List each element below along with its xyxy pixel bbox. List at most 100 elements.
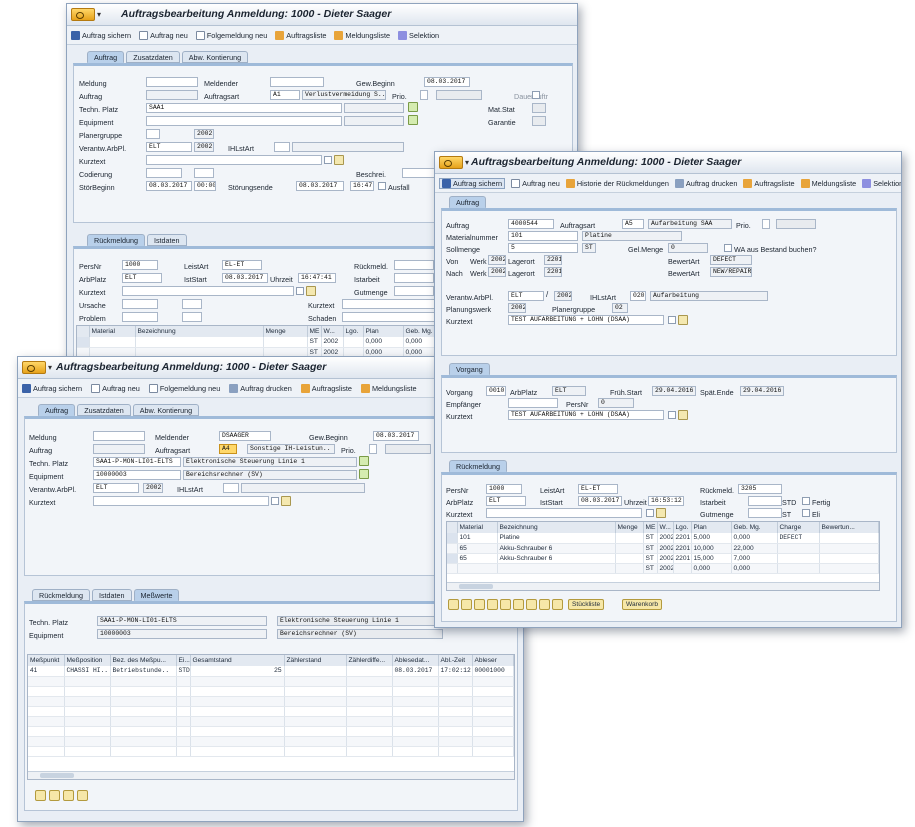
wa-bestand-checkbox[interactable]: [724, 244, 732, 252]
longtext-checkbox[interactable]: [646, 509, 654, 517]
column-header[interactable]: Menge: [263, 326, 308, 337]
tab-abw-kontierung[interactable]: Abw. Kontierung: [181, 51, 249, 63]
table-row[interactable]: ST 2002 0,000 0,000: [77, 337, 475, 348]
persnr-field[interactable]: 1000: [122, 260, 158, 270]
tab-abw-kontierung[interactable]: Abw. Kontierung: [132, 404, 200, 416]
column-header[interactable]: Lgo.: [673, 522, 692, 533]
insert-row-icon[interactable]: [49, 790, 60, 801]
longtext-checkbox[interactable]: [324, 156, 332, 164]
table-row[interactable]: [28, 696, 514, 707]
longtext-checkbox[interactable]: [271, 497, 279, 505]
filter-icon[interactable]: [474, 599, 485, 610]
table-row[interactable]: 65 Akku-Schrauber 6 ST 2002 2201 10,000 …: [447, 543, 879, 554]
column-header[interactable]: Menge: [615, 522, 644, 533]
verantw-field[interactable]: ELT: [146, 142, 192, 152]
column-header[interactable]: Material: [89, 326, 136, 337]
insert-row-icon[interactable]: [461, 599, 472, 610]
tab-rueckmeldung[interactable]: Rückmeldung: [32, 589, 90, 601]
gutmenge-field[interactable]: [748, 508, 782, 518]
delete-row-icon[interactable]: [63, 790, 74, 801]
longtext-icon[interactable]: [678, 315, 688, 325]
kurztext-field[interactable]: [122, 286, 294, 296]
table-row[interactable]: [28, 746, 514, 757]
column-header[interactable]: Meßposition: [64, 655, 111, 666]
column-header[interactable]: ME: [643, 522, 658, 533]
prio-field[interactable]: [762, 219, 770, 229]
column-header[interactable]: Plan: [363, 326, 404, 337]
table-row[interactable]: ST 2002 0,000 0,000: [447, 563, 879, 574]
stueckliste-button[interactable]: Stückliste: [568, 599, 605, 610]
tab-istdaten[interactable]: Istdaten: [91, 589, 132, 601]
menu-icon[interactable]: [71, 8, 95, 21]
codierung-field-2[interactable]: [194, 168, 214, 178]
print-order-button[interactable]: Auftrag drucken: [674, 178, 737, 188]
notification-list-button[interactable]: Meldungsliste: [360, 383, 417, 393]
stoerbeginn-time[interactable]: 00:00: [194, 181, 216, 191]
stoerungsende-date[interactable]: 08.03.2017: [296, 181, 344, 191]
meldender-field[interactable]: [270, 77, 324, 87]
uhrzeit-field[interactable]: 16:53:12: [648, 496, 684, 506]
longtext-icon[interactable]: [656, 508, 666, 518]
longtext-icon[interactable]: [334, 155, 344, 165]
column-header[interactable]: Material: [457, 522, 498, 533]
ausfall-checkbox[interactable]: [378, 182, 386, 190]
kurztext-field[interactable]: [146, 155, 322, 165]
column-header[interactable]: ME: [307, 326, 322, 337]
fertig-checkbox[interactable]: [802, 497, 810, 505]
column-header[interactable]: W...: [321, 326, 344, 337]
menu-icon[interactable]: [439, 156, 463, 169]
longtext-checkbox[interactable]: [668, 411, 676, 419]
selection-button[interactable]: Selektion: [862, 178, 901, 188]
paste-icon[interactable]: [539, 599, 550, 610]
longtext-checkbox[interactable]: [668, 316, 676, 324]
kurztext2-field[interactable]: [342, 299, 436, 309]
arbplatz-field[interactable]: ELT: [486, 496, 526, 506]
order-list-button[interactable]: Auftragsliste: [743, 178, 795, 188]
notification-list-button[interactable]: Meldungsliste: [334, 30, 390, 40]
table-row[interactable]: [28, 686, 514, 697]
tab-auftrag[interactable]: Auftrag: [38, 404, 76, 416]
eli-checkbox[interactable]: [802, 509, 810, 517]
warenkorb-button[interactable]: Warenkorb: [622, 599, 663, 610]
uhrzeit-field[interactable]: 16:47:41: [298, 273, 336, 283]
horizontal-scrollbar[interactable]: [447, 582, 879, 590]
column-header[interactable]: W...: [657, 522, 674, 533]
ursache-field[interactable]: [122, 299, 158, 309]
beschrei-field[interactable]: [402, 168, 436, 178]
column-header[interactable]: Bezeichnung: [135, 326, 264, 337]
scrollbar-thumb[interactable]: [40, 773, 74, 778]
print-order-button[interactable]: Auftrag drucken: [229, 383, 292, 393]
meldung-field[interactable]: [93, 431, 145, 441]
column-header[interactable]: Gesamtstand: [190, 655, 285, 666]
auftrag-field[interactable]: 4000544: [508, 219, 554, 229]
tab-rueckmeldung[interactable]: Rückmeldung: [87, 234, 145, 246]
follow-up-notification-button[interactable]: Folgemeldung neu: [148, 383, 220, 393]
ursache-field-2[interactable]: [182, 299, 202, 309]
empfaenger-field[interactable]: [508, 398, 558, 408]
tab-zusatzdaten[interactable]: Zusatzdaten: [77, 404, 131, 416]
leistart-field[interactable]: EL-ET: [222, 260, 262, 270]
details-icon[interactable]: [77, 790, 88, 801]
column-header[interactable]: Lgo.: [343, 326, 364, 337]
structure-icon[interactable]: [359, 456, 369, 466]
auftragsart-field[interactable]: A1: [270, 90, 300, 100]
verantw-field[interactable]: ELT: [508, 291, 544, 301]
dauerauftr-checkbox[interactable]: [532, 91, 540, 99]
table-row[interactable]: 101 Platine ST 2002 2201 5,000 0,000 DEF…: [447, 533, 879, 544]
auftragsart-field[interactable]: A4: [219, 444, 237, 454]
ihlstart-field[interactable]: [274, 142, 290, 152]
sollmenge-field[interactable]: 5: [508, 243, 578, 253]
column-header[interactable]: Geb. Mg.: [731, 522, 778, 533]
leistart-field[interactable]: EL-ET: [578, 484, 618, 494]
auftragsart-field[interactable]: A5: [622, 219, 644, 229]
longtext-icon[interactable]: [306, 286, 316, 296]
column-header[interactable]: Ei...: [176, 655, 191, 666]
column-header[interactable]: Plan: [691, 522, 732, 533]
new-order-button[interactable]: Auftrag neu: [511, 178, 560, 188]
stoerbeginn-date[interactable]: 08.03.2017: [146, 181, 192, 191]
column-header[interactable]: Zählerdiffe...: [346, 655, 393, 666]
follow-up-notification-button[interactable]: Folgemeldung neu: [195, 30, 267, 40]
save-order-button[interactable]: Auftrag sichern: [22, 383, 82, 393]
chevron-down-icon[interactable]: ▾: [97, 10, 101, 19]
notification-list-button[interactable]: Meldungsliste: [800, 178, 856, 188]
